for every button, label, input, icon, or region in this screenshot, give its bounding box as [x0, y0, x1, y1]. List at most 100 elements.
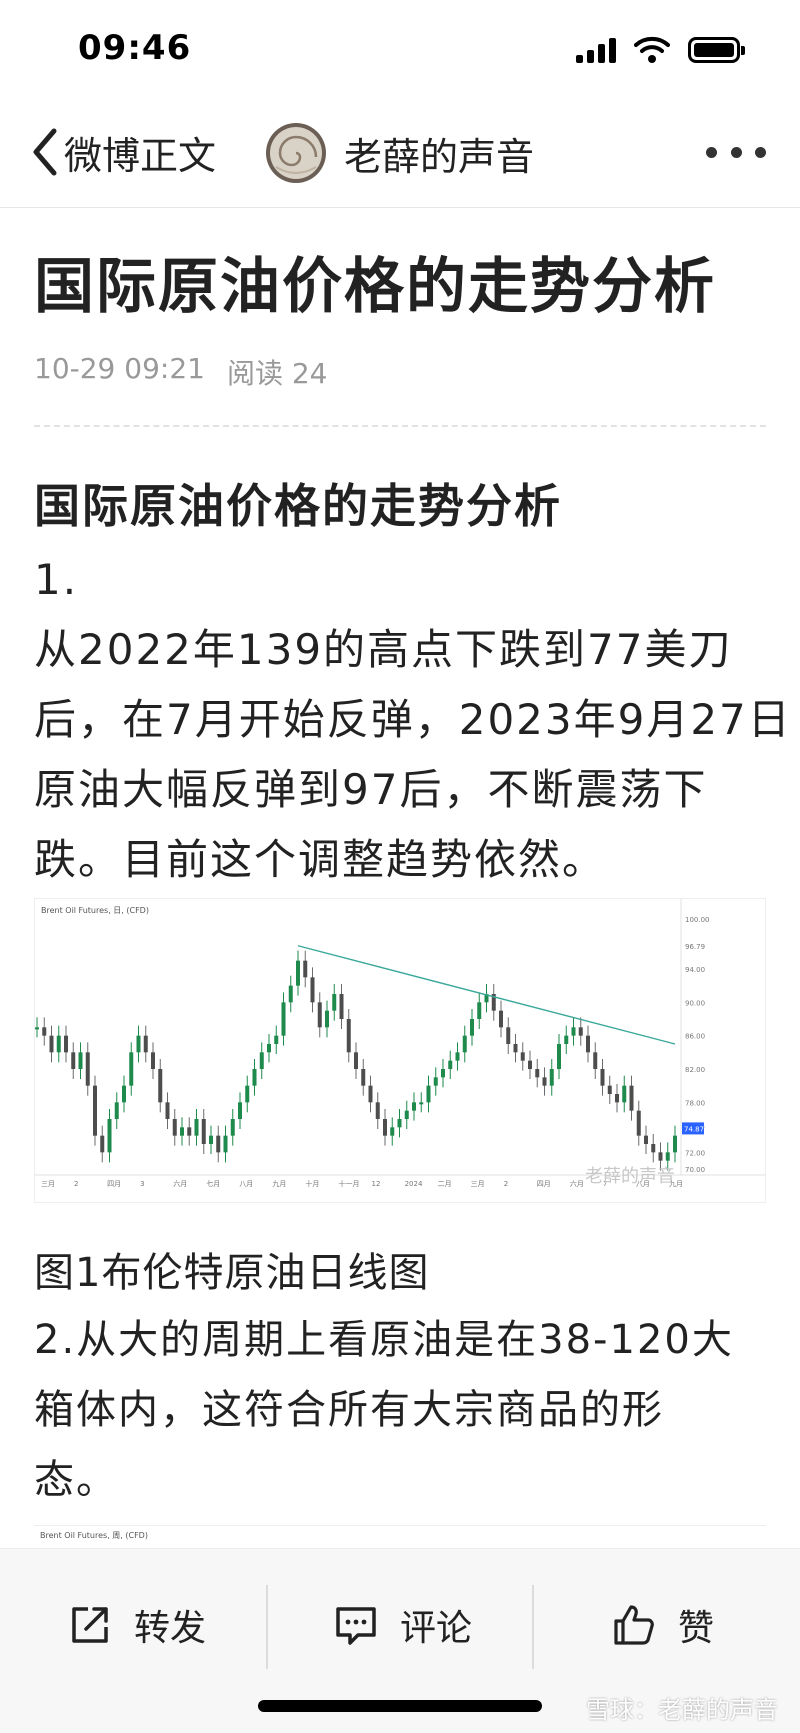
battery-icon: [688, 37, 745, 63]
paragraph-line: 1.: [34, 555, 79, 604]
x-tick-label: 12: [372, 1180, 381, 1188]
candle-body: [651, 1144, 656, 1153]
candle-body: [180, 1127, 184, 1136]
brent-daily-chart-image[interactable]: Brent Oil Futures, 日, (CFD) 100.00 96.79 9…: [34, 898, 766, 1203]
trend-line: [297, 945, 676, 1045]
candle-body: [165, 1102, 170, 1119]
x-tick-label: 九月: [272, 1179, 286, 1188]
repost-button[interactable]: 转发: [68, 1595, 206, 1655]
point-1-paragraph: 1. 从2022年139的高点下跌到77美刀 后，在7月开始反弹，2023年9月…: [34, 545, 790, 895]
candle-body: [35, 1027, 39, 1030]
back-label: 微博正文: [64, 133, 217, 178]
candle-body: [230, 1119, 235, 1136]
candle-body: [375, 1102, 380, 1119]
candle-body: [281, 1002, 286, 1036]
candle-body: [615, 1094, 619, 1103]
more-dot-icon: [706, 146, 717, 158]
candle-body: [49, 1035, 54, 1053]
candle-body: [644, 1135, 648, 1144]
candle-body: [397, 1119, 402, 1128]
candle-body: [506, 1027, 511, 1044]
paragraph-line: 原油大幅反弹到97后，不断震荡下: [34, 765, 708, 814]
more-options-button[interactable]: [706, 130, 766, 174]
author-name[interactable]: 老薛的声音: [344, 126, 534, 181]
candle-body: [499, 1010, 503, 1028]
candle-body: [441, 1069, 445, 1078]
candle-body: [549, 1069, 554, 1086]
candle-body: [71, 1052, 76, 1069]
x-tick-label: 四月: [537, 1180, 551, 1188]
x-tick-label: 十一月: [338, 1179, 359, 1188]
candle-body: [296, 960, 300, 986]
chevron-left-icon: [33, 128, 57, 176]
comment-icon: [336, 1607, 376, 1645]
candle-body: [201, 1119, 206, 1144]
candle-body: [122, 1085, 126, 1103]
candle-body: [404, 1110, 409, 1119]
candle-body: [477, 1002, 482, 1019]
chart-caption: 图1布伦特原油日线图: [34, 1250, 430, 1296]
candle-body: [462, 1035, 467, 1053]
x-tick-label: 2: [74, 1180, 78, 1188]
x-tick-label: 二月: [438, 1180, 452, 1188]
candle-body: [658, 1152, 663, 1161]
candle-body: [107, 1119, 112, 1153]
candle-body: [100, 1135, 105, 1153]
comment-label: 评论: [400, 1608, 473, 1649]
like-button[interactable]: 赞: [612, 1595, 714, 1655]
brent-weekly-chart-image[interactable]: Brent Oil Futures, 周, (CFD): [34, 1525, 766, 1545]
candle-body: [238, 1102, 242, 1119]
candle-body: [557, 1044, 561, 1069]
candle-body: [259, 1052, 264, 1069]
x-tick-label: 3: [140, 1180, 144, 1188]
candle-body: [390, 1127, 395, 1136]
candle-body: [56, 1035, 61, 1053]
candle-body: [433, 1077, 438, 1086]
x-tick-label: 十月: [305, 1179, 319, 1188]
candle-body: [564, 1035, 569, 1044]
candle-body: [470, 1019, 474, 1036]
candle-body: [665, 1152, 670, 1161]
candle-body: [578, 1027, 583, 1036]
back-button[interactable]: 微博正文: [28, 122, 216, 182]
x-tick-label: 2024: [405, 1180, 423, 1188]
paragraph-line: 从2022年139的高点下跌到77美刀: [34, 625, 733, 674]
y-tick-label: 78.00: [685, 1099, 705, 1107]
comment-button[interactable]: 评论: [334, 1595, 472, 1655]
author-info[interactable]: 老薛的声音: [266, 122, 534, 184]
x-tick-label: 六月: [173, 1179, 187, 1188]
candle-body: [622, 1085, 627, 1103]
candle-body: [317, 1002, 322, 1028]
candle-body: [419, 1102, 424, 1105]
more-dot-icon: [755, 146, 766, 158]
x-tick-label: 七月: [206, 1179, 220, 1188]
candle-body: [274, 1035, 279, 1044]
avatar[interactable]: [266, 123, 326, 183]
x-tick-label: 三月: [471, 1180, 485, 1188]
share-icon: [72, 1607, 108, 1643]
candle-body: [223, 1135, 228, 1153]
thumbs-up-icon: [614, 1605, 654, 1645]
y-tick-label: 90.00: [685, 999, 705, 1007]
more-dot-icon: [730, 146, 742, 158]
status-time: 09:46: [78, 28, 192, 68]
wifi-icon: [634, 36, 670, 63]
candle-body: [325, 1010, 329, 1028]
candle-body: [332, 994, 337, 1011]
y-tick-label: 82.00: [685, 1066, 705, 1074]
candle-body: [143, 1035, 148, 1053]
read-count: 阅读 24: [226, 357, 328, 390]
home-indicator[interactable]: [258, 1700, 542, 1712]
post-date: 10-29 09:21: [34, 352, 205, 385]
candle-body: [593, 1052, 598, 1069]
candle-body: [520, 1052, 525, 1061]
y-tick-label: 86.00: [685, 1033, 705, 1041]
x-tick-label: 四月: [107, 1180, 121, 1188]
candle-body: [267, 1044, 271, 1053]
candle-body: [78, 1052, 83, 1069]
y-tick-label: 96.79: [685, 943, 705, 951]
candle-body: [209, 1135, 213, 1144]
candle-body: [252, 1069, 257, 1086]
y-tick-label: 100.00: [685, 916, 710, 924]
candle-body: [629, 1085, 634, 1111]
